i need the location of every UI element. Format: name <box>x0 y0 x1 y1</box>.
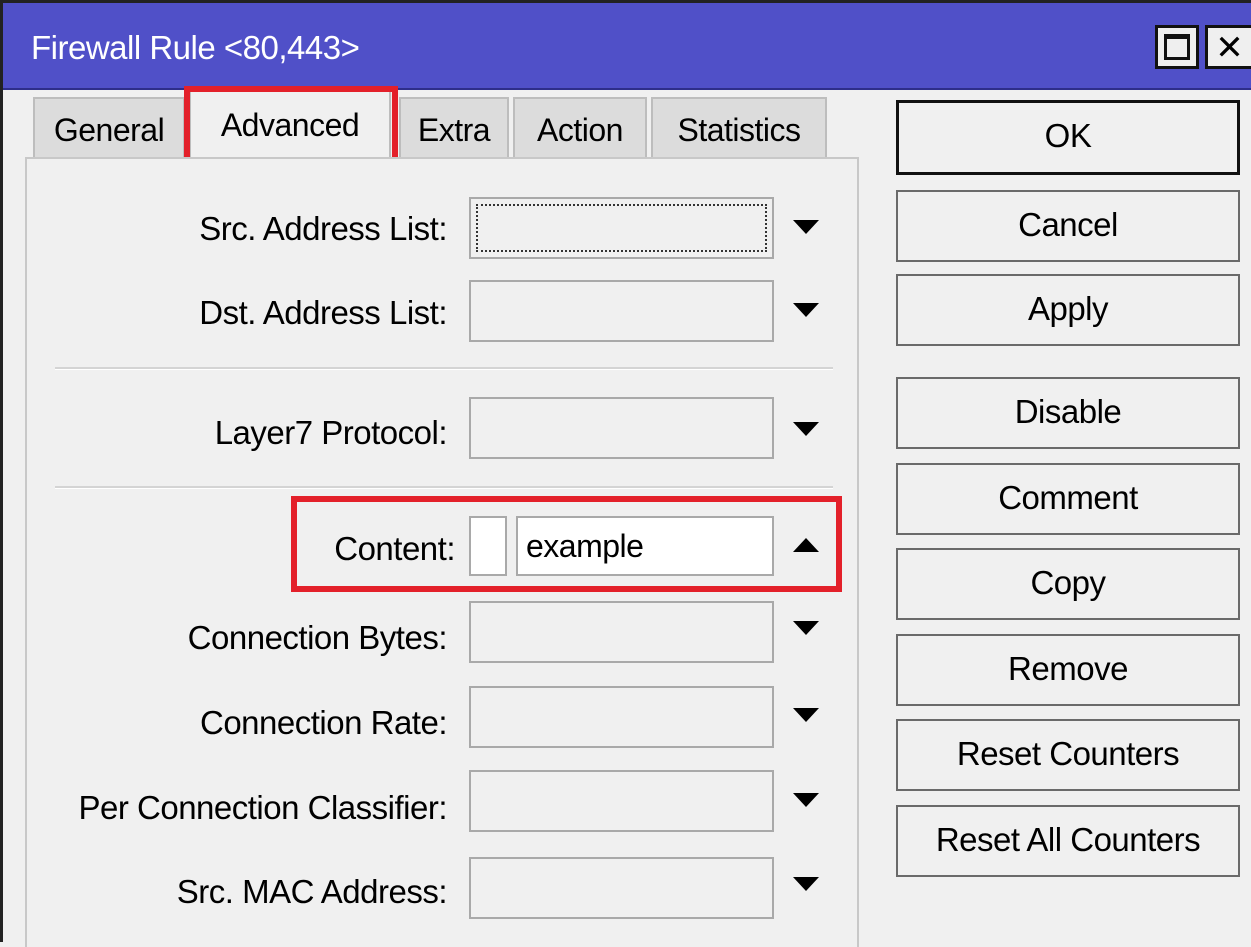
dst-address-list-field[interactable] <box>469 280 774 342</box>
layer7-protocol-dropdown-icon[interactable] <box>791 414 821 444</box>
close-icon: ✕ <box>1215 29 1244 67</box>
content-negate-checkbox[interactable] <box>469 516 507 576</box>
comment-button[interactable]: Comment <box>896 463 1240 535</box>
src-address-list-dropdown-icon[interactable] <box>791 212 821 242</box>
separator <box>55 486 833 489</box>
src-address-list-field[interactable] <box>469 197 774 259</box>
ok-button[interactable]: OK <box>896 100 1240 175</box>
remove-button[interactable]: Remove <box>896 634 1240 706</box>
connection-rate-dropdown-icon[interactable] <box>791 700 821 730</box>
content-label: Content: <box>334 530 455 567</box>
maximize-button[interactable] <box>1155 25 1199 69</box>
content-collapse-icon[interactable] <box>791 530 821 560</box>
dst-address-list-dropdown-icon[interactable] <box>791 295 821 325</box>
src-mac-address-dropdown-icon[interactable] <box>791 869 821 899</box>
src-address-list-label: Src. Address List: <box>199 210 447 247</box>
tab-general[interactable]: General <box>33 97 185 157</box>
content-input[interactable]: example <box>516 516 774 576</box>
connection-rate-field[interactable] <box>469 686 774 748</box>
apply-button[interactable]: Apply <box>896 274 1240 346</box>
cancel-button[interactable]: Cancel <box>896 190 1240 262</box>
close-button[interactable]: ✕ <box>1205 25 1251 69</box>
disable-button[interactable]: Disable <box>896 377 1240 449</box>
reset-all-counters-button[interactable]: Reset All Counters <box>896 805 1240 877</box>
connection-bytes-field[interactable] <box>469 601 774 663</box>
title-bar[interactable]: Firewall Rule <80,443> ✕ <box>3 0 1251 90</box>
copy-button[interactable]: Copy <box>896 548 1240 620</box>
tab-advanced[interactable]: Advanced <box>189 90 391 165</box>
layer7-protocol-field[interactable] <box>469 397 774 459</box>
separator <box>55 367 833 370</box>
layer7-protocol-label: Layer7 Protocol: <box>214 414 448 451</box>
window-title: Firewall Rule <80,443> <box>31 29 360 66</box>
dst-address-list-label: Dst. Address List: <box>199 294 447 331</box>
tab-statistics[interactable]: Statistics <box>651 97 827 157</box>
maximize-icon <box>1164 34 1190 60</box>
tab-action[interactable]: Action <box>513 97 647 157</box>
connection-bytes-label: Connection Bytes: <box>187 619 448 656</box>
connection-bytes-dropdown-icon[interactable] <box>791 613 821 643</box>
src-mac-address-label: Src. MAC Address: <box>176 873 448 910</box>
per-connection-classifier-field[interactable] <box>469 770 774 832</box>
src-mac-address-field[interactable] <box>469 857 774 919</box>
tab-extra[interactable]: Extra <box>399 97 509 157</box>
reset-counters-button[interactable]: Reset Counters <box>896 719 1240 791</box>
connection-rate-label: Connection Rate: <box>200 704 448 741</box>
per-connection-classifier-dropdown-icon[interactable] <box>791 785 821 815</box>
firewall-rule-window: Firewall Rule <80,443> ✕ General Advance… <box>0 0 1251 947</box>
per-connection-classifier-label: Per Connection Classifier: <box>78 789 448 826</box>
